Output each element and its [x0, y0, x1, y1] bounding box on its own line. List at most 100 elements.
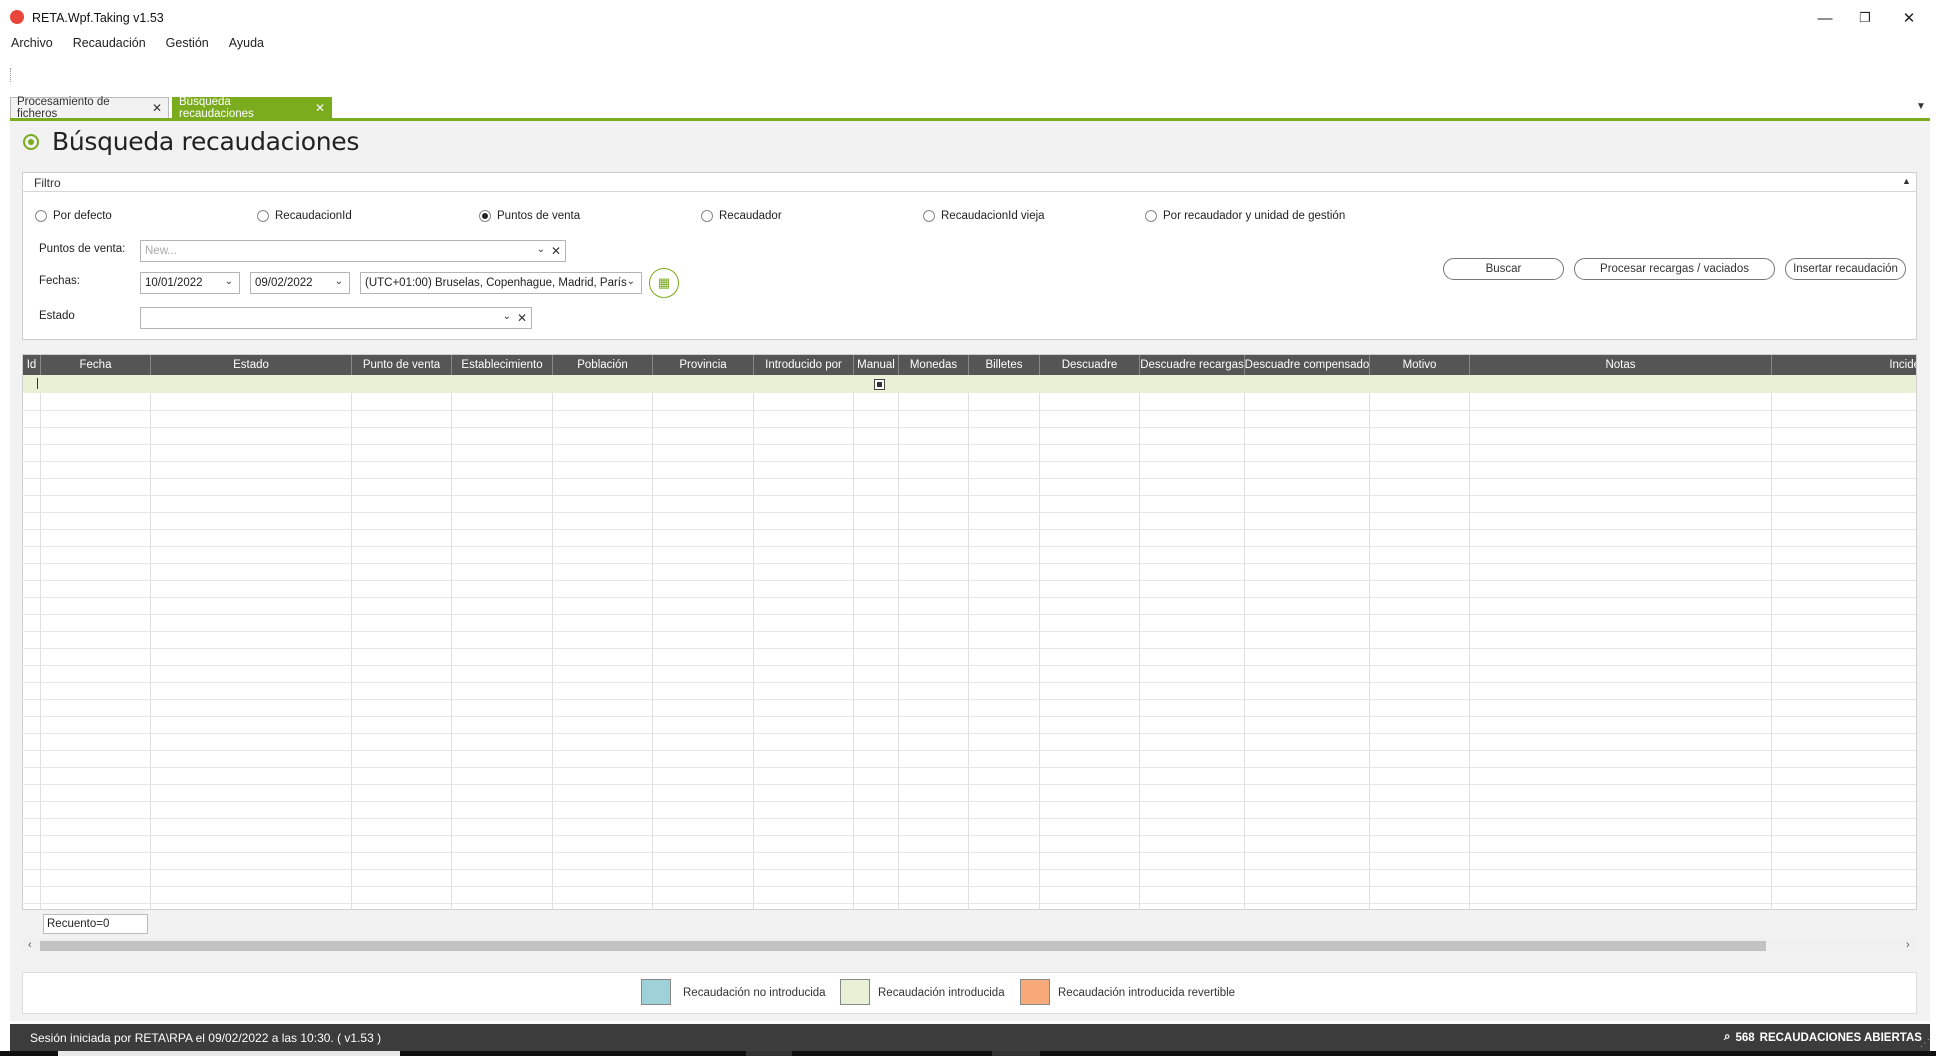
column-header-billetes[interactable]: Billetes — [969, 355, 1040, 375]
grid-row-divider — [23, 784, 1916, 785]
timezone-value: (UTC+01:00) Bruselas, Copenhague, Madrid… — [365, 277, 627, 289]
column-header-provincia[interactable]: Provincia — [653, 355, 754, 375]
column-header-incidencias[interactable]: Incide — [1772, 355, 1916, 375]
menu-ayuda[interactable]: Ayuda — [226, 34, 267, 54]
scroll-left-icon[interactable]: ‹ — [28, 939, 32, 951]
tab-list-dropdown-icon[interactable]: ▼ — [1916, 101, 1926, 112]
radio-label: Por defecto — [53, 210, 112, 222]
collapse-icon[interactable]: ▲ — [1902, 176, 1911, 186]
menu-gestion[interactable]: Gestión — [163, 34, 212, 54]
tab-busqueda-recaudaciones[interactable]: Búsqueda recaudaciones ✕ — [172, 96, 332, 120]
puntos-venta-combo[interactable]: New... ⌄ ✕ — [140, 240, 566, 262]
estado-label: Estado — [39, 310, 75, 322]
column-header-descuadre[interactable]: Descuadre — [1040, 355, 1140, 375]
calendar-button[interactable]: ▦ — [649, 268, 679, 298]
grid-row-divider — [23, 750, 1916, 751]
chevron-down-icon[interactable]: ⌄ — [225, 276, 233, 287]
grid-row-divider — [23, 801, 1916, 802]
menu-archivo[interactable]: Archivo — [8, 34, 56, 54]
menu-bar: Archivo Recaudación Gestión Ayuda — [8, 34, 267, 54]
grid-column-divider — [1139, 393, 1140, 909]
grid-column-divider — [1369, 393, 1370, 909]
column-header-id[interactable]: Id — [23, 355, 41, 375]
grid-column-divider — [552, 393, 553, 909]
grid-row-divider — [23, 512, 1916, 513]
chevron-down-icon[interactable]: ⌄ — [627, 276, 635, 287]
column-header-fecha[interactable]: Fecha — [41, 355, 151, 375]
procesar-recargas-button[interactable]: Procesar recargas / vaciados — [1574, 258, 1775, 280]
column-header-introducido-por[interactable]: Introducido por — [754, 355, 854, 375]
radio-selected-icon — [479, 210, 491, 222]
grid-header: Id Fecha Estado Punto de venta Estableci… — [23, 355, 1916, 375]
taskbar-item[interactable] — [746, 1051, 792, 1056]
column-header-descuadre-compensado[interactable]: Descuadre compensado — [1245, 355, 1370, 375]
column-header-descuadre-recargas[interactable]: Descuadre recargas — [1140, 355, 1245, 375]
grid-row-divider — [23, 461, 1916, 462]
legend-label-introducida: Recaudación introducida — [878, 987, 1005, 999]
grid-row-divider — [23, 427, 1916, 428]
timezone-select[interactable]: (UTC+01:00) Bruselas, Copenhague, Madrid… — [360, 272, 642, 294]
tab-label: Búsqueda recaudaciones — [179, 96, 254, 120]
scroll-right-icon[interactable]: › — [1906, 939, 1910, 951]
column-header-establecimiento[interactable]: Establecimiento — [452, 355, 553, 375]
grid-new-row[interactable] — [23, 375, 1916, 393]
menu-recaudacion[interactable]: Recaudación — [70, 34, 149, 54]
column-header-estado[interactable]: Estado — [151, 355, 352, 375]
radio-puntos-de-venta[interactable]: Puntos de venta — [479, 210, 580, 222]
tab-strip: Procesamiento de ficheros ✕ Búsqueda rec… — [10, 96, 1926, 120]
clear-icon[interactable]: ✕ — [551, 244, 561, 258]
column-header-motivo[interactable]: Motivo — [1370, 355, 1470, 375]
radio-circle-icon — [257, 210, 269, 222]
column-header-manual[interactable]: Manual — [854, 355, 899, 375]
chevron-down-icon[interactable]: ⌄ — [537, 244, 545, 255]
taskbar-search-box[interactable] — [58, 1051, 400, 1056]
radio-recaudador-unidad-gestion[interactable]: Por recaudador y unidad de gestión — [1145, 210, 1345, 222]
radio-label: Puntos de venta — [497, 210, 581, 222]
page-title: Búsqueda recaudaciones — [52, 127, 360, 156]
fecha-desde-picker[interactable]: 10/01/2022 ⌄ — [140, 272, 240, 294]
page-status-icon — [23, 134, 39, 150]
radio-recaudador[interactable]: Recaudador — [701, 210, 782, 222]
filter-title: Filtro — [34, 176, 61, 190]
chevron-down-icon[interactable]: ⌄ — [335, 276, 343, 287]
legend-swatch-revertible — [1020, 979, 1050, 1005]
clear-icon[interactable]: ✕ — [517, 311, 527, 325]
insertar-recaudacion-button[interactable]: Insertar recaudación — [1785, 258, 1906, 280]
legend-swatch-introducida — [840, 979, 870, 1005]
grid-row-divider — [23, 733, 1916, 734]
fecha-hasta-picker[interactable]: 09/02/2022 ⌄ — [250, 272, 350, 294]
toolbar-grip — [10, 68, 13, 82]
column-header-notas[interactable]: Notas — [1470, 355, 1772, 375]
close-window-button[interactable]: ✕ — [1886, 4, 1932, 32]
manual-checkbox[interactable] — [874, 379, 885, 390]
restore-button[interactable]: ❐ — [1842, 4, 1888, 32]
grid-column-divider — [853, 393, 854, 909]
legend-swatch-no-introducida — [641, 979, 671, 1005]
open-collections-count: 568 — [1735, 1031, 1755, 1044]
taskbar-item[interactable] — [992, 1051, 1040, 1056]
radio-por-defecto[interactable]: Por defecto — [35, 210, 112, 222]
close-icon[interactable]: ✕ — [315, 101, 325, 115]
radio-recaudacionid[interactable]: RecaudacionId — [257, 210, 352, 222]
tab-procesamiento-ficheros[interactable]: Procesamiento de ficheros ✕ — [10, 96, 169, 120]
open-collections-indicator[interactable]: ⌕ 568 RECAUDACIONES ABIERTAS — [1724, 1031, 1922, 1044]
close-icon[interactable]: ✕ — [152, 101, 162, 115]
column-header-poblacion[interactable]: Población — [553, 355, 653, 375]
grid-column-divider — [652, 393, 653, 909]
tab-label: Procesamiento de ficheros — [17, 96, 110, 120]
scrollbar-thumb[interactable] — [40, 941, 1766, 951]
radio-recaudacionid-vieja[interactable]: RecaudacionId vieja — [923, 210, 1045, 222]
column-header-monedas[interactable]: Monedas — [899, 355, 969, 375]
app-logo-icon — [10, 10, 24, 24]
session-status-text: Sesión iniciada por RETA\RPA el 09/02/20… — [30, 1031, 382, 1045]
filter-header[interactable] — [22, 172, 1917, 192]
fecha-desde-value: 10/01/2022 — [145, 277, 203, 289]
chevron-down-icon[interactable]: ⌄ — [503, 311, 511, 322]
estado-combo[interactable]: ⌄ ✕ — [140, 307, 532, 329]
buscar-button[interactable]: Buscar — [1443, 258, 1564, 280]
grid-column-divider — [150, 393, 151, 909]
title-bar — [0, 0, 1936, 34]
column-header-punto-venta[interactable]: Punto de venta — [352, 355, 452, 375]
grid-row-divider — [23, 444, 1916, 445]
resize-grip-icon[interactable]: ⋰ — [1920, 1038, 1930, 1049]
